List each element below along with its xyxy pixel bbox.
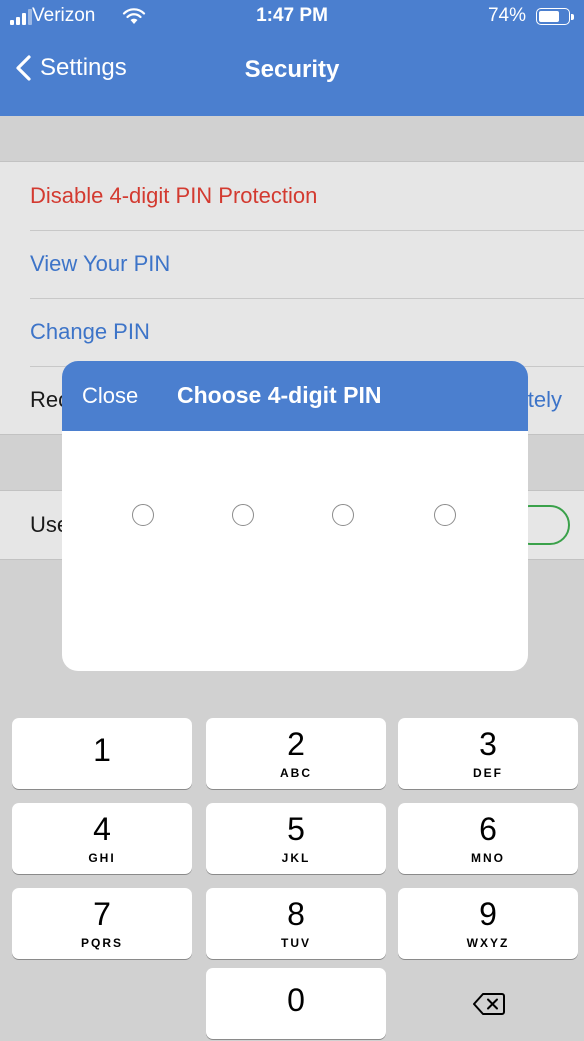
key-2[interactable]: 2 ABC: [206, 718, 386, 789]
key-number: 7: [93, 896, 111, 932]
key-4[interactable]: 4 GHI: [12, 803, 192, 874]
key-number: 6: [479, 811, 497, 847]
pin-dot-2: [232, 504, 254, 526]
key-number: 2: [287, 726, 305, 762]
key-letters: GHI: [88, 851, 116, 865]
dialog-title: Choose 4-digit PIN: [177, 382, 382, 408]
top-bar: Verizon 1:47 PM 74% Settings Security: [0, 0, 584, 116]
key-letters: TUV: [281, 936, 311, 950]
require-pin-value: tely: [527, 387, 562, 412]
dialog-header: Close Choose 4-digit PIN: [62, 361, 528, 431]
delete-key[interactable]: [398, 968, 578, 1039]
key-number: 4: [93, 811, 111, 847]
page-title: Security: [244, 56, 340, 83]
change-pin-row[interactable]: Change PIN: [30, 298, 584, 367]
navigation-bar: Settings Security: [0, 34, 584, 116]
key-letters: DEF: [473, 766, 503, 780]
key-number: 9: [479, 896, 497, 932]
status-bar: Verizon 1:47 PM 74%: [0, 0, 584, 34]
numeric-keypad: 1 2 ABC 3 DEF 4 GHI 5 JKL 6 MNO 7 PQRS 8…: [0, 708, 584, 1041]
key-1[interactable]: 1: [12, 718, 192, 789]
key-letters: WXYZ: [466, 936, 510, 950]
close-button[interactable]: Close: [82, 383, 138, 409]
key-7[interactable]: 7 PQRS: [12, 888, 192, 959]
key-9[interactable]: 9 WXYZ: [398, 888, 578, 959]
key-letters: JKL: [281, 851, 311, 865]
key-number: 8: [287, 896, 305, 932]
choose-pin-dialog: Close Choose 4-digit PIN: [62, 361, 528, 671]
pin-dot-1: [132, 504, 154, 526]
disable-pin-row[interactable]: Disable 4-digit PIN Protection: [30, 162, 584, 231]
key-8[interactable]: 8 TUV: [206, 888, 386, 959]
key-6[interactable]: 6 MNO: [398, 803, 578, 874]
key-5[interactable]: 5 JKL: [206, 803, 386, 874]
pin-dot-3: [332, 504, 354, 526]
key-number: 3: [479, 726, 497, 762]
view-pin-row[interactable]: View Your PIN: [30, 230, 584, 299]
key-number: 0: [287, 982, 305, 1018]
pin-dot-4: [434, 504, 456, 526]
key-number: 5: [287, 811, 305, 847]
battery-percentage: 74%: [487, 5, 526, 26]
key-letters: ABC: [280, 766, 312, 780]
key-0[interactable]: 0: [206, 968, 386, 1039]
key-3[interactable]: 3 DEF: [398, 718, 578, 789]
key-letters: MNO: [471, 851, 505, 865]
key-letters: PQRS: [80, 936, 123, 950]
key-number: 1: [93, 732, 111, 768]
battery-icon: [536, 8, 574, 25]
backspace-icon: [473, 993, 505, 1015]
